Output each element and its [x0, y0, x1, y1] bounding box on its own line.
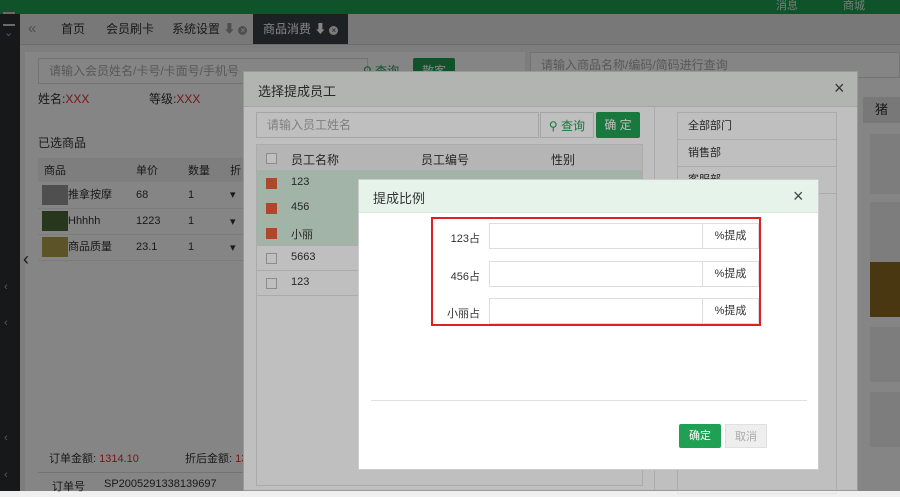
- modal-title: 提成比例: [373, 191, 426, 206]
- ratio-input[interactable]: [489, 223, 703, 249]
- ratio-input[interactable]: [489, 298, 703, 324]
- ratio-confirm-button[interactable]: 确定: [679, 424, 721, 448]
- ratio-label: 小丽占: [447, 308, 480, 320]
- ratio-row: 小丽占 %提成: [433, 298, 763, 324]
- ratio-suffix: %提成: [702, 223, 759, 249]
- ratio-input[interactable]: [489, 261, 703, 287]
- ratio-label: 456占: [450, 271, 480, 283]
- close-icon[interactable]: ×: [793, 187, 804, 205]
- ratio-row: 123占 %提成: [433, 223, 763, 249]
- ratio-row: 456占 %提成: [433, 261, 763, 287]
- commission-ratio-modal: 提成比例 × 123占 %提成 456占 %提成 小丽占 %提成 确定 取消: [358, 179, 819, 470]
- divider: [371, 400, 807, 401]
- modal-header: 提成比例 ×: [359, 180, 818, 213]
- ratio-cancel-button[interactable]: 取消: [725, 424, 767, 448]
- ratio-label: 123占: [450, 233, 480, 245]
- ratio-suffix: %提成: [702, 261, 759, 287]
- ratio-suffix: %提成: [702, 298, 759, 324]
